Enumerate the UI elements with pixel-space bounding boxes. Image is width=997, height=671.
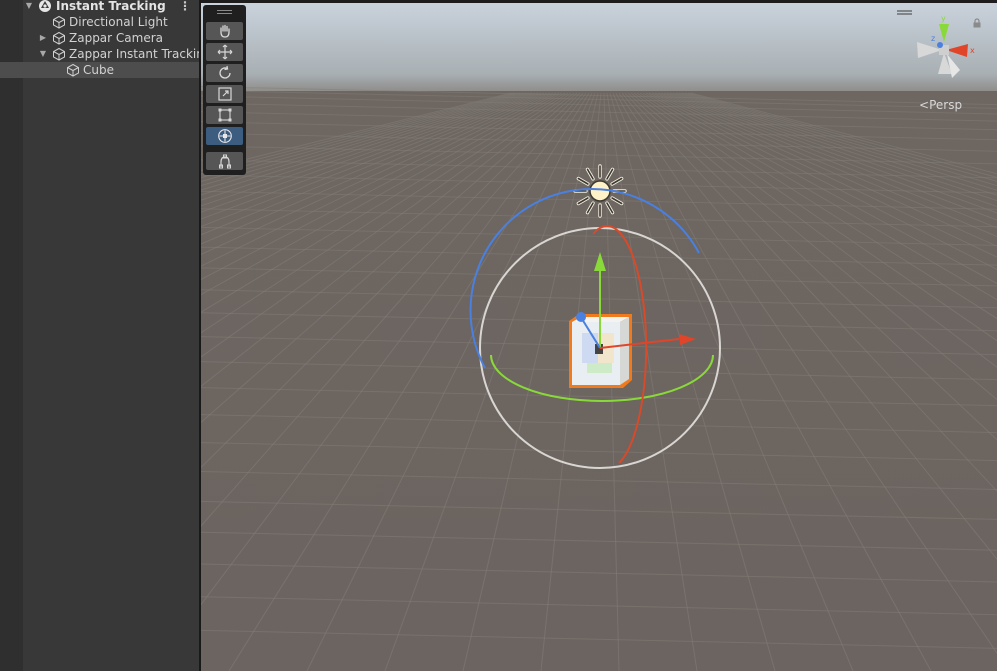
- rect-transform-icon: [218, 108, 231, 122]
- gizmo-x-label: x: [970, 46, 975, 55]
- scene-tools-overlay: [203, 5, 246, 175]
- kebab-menu-icon[interactable]: ⋮: [179, 0, 191, 14]
- plane-handle-y[interactable]: [587, 363, 612, 373]
- hierarchy-item-label: Instant Tracking: [56, 0, 166, 13]
- collapse-arrow-icon[interactable]: ▶: [38, 30, 48, 46]
- orientation-gizmo[interactable]: y x z: [910, 12, 980, 87]
- hierarchy-panel: ▼ Instant Tracking ⋮ Directional Light ▶…: [0, 0, 199, 671]
- hierarchy-item-zappar-instant-tracking[interactable]: ▼ Zappar Instant Tracking: [0, 46, 199, 62]
- gizmo-y-cone[interactable]: [939, 24, 949, 42]
- hierarchy-item-label: Directional Light: [69, 15, 168, 29]
- hand-icon: [219, 24, 230, 38]
- z-handle[interactable]: [576, 312, 586, 322]
- custom-tool-button[interactable]: [206, 152, 243, 170]
- persp-icon: <: [919, 98, 930, 112]
- hierarchy-item-scene[interactable]: ▼ Instant Tracking ⋮: [0, 0, 199, 14]
- drag-handle[interactable]: [217, 10, 232, 11]
- scale-tool-button[interactable]: [206, 85, 243, 103]
- gizmo-x-cone[interactable]: [946, 44, 968, 57]
- gameobject-cube-icon: [66, 63, 80, 77]
- hierarchy-gutter: [0, 0, 23, 671]
- cube-side-face: [620, 317, 629, 385]
- unity-scene-icon: [38, 0, 52, 13]
- rotate-icon: [218, 65, 231, 79]
- projection-label: Persp: [929, 98, 963, 112]
- gizmo-z-cone[interactable]: [937, 42, 943, 48]
- drag-handle-line: [217, 13, 232, 14]
- expand-arrow-icon[interactable]: ▼: [38, 46, 48, 62]
- transform-tool-button[interactable]: [206, 127, 243, 145]
- hierarchy-item-label: Zappar Instant Tracking: [69, 47, 199, 61]
- hand-tool-button[interactable]: [206, 22, 243, 40]
- expand-arrow-icon[interactable]: ▼: [24, 0, 34, 14]
- transform-all-icon: [217, 129, 232, 143]
- rect-tool-button[interactable]: [206, 106, 243, 124]
- gizmo-z-label: z: [931, 34, 935, 43]
- hierarchy-item-label: Zappar Camera: [69, 31, 164, 45]
- projection-toggle[interactable]: <Persp: [919, 98, 962, 112]
- gizmo-y-label: y: [941, 14, 946, 23]
- gameobject-cube-icon: [52, 15, 66, 29]
- move-arrows-icon: [217, 44, 232, 60]
- hierarchy-item-zappar-camera[interactable]: ▶ Zappar Camera: [0, 30, 199, 46]
- custom-editor-tool-icon: [218, 154, 231, 169]
- skybox: [201, 3, 997, 91]
- scale-icon: [217, 87, 232, 101]
- gameobject-cube-icon: [52, 31, 66, 45]
- move-tool-button[interactable]: [206, 43, 243, 61]
- scene-canvas[interactable]: [201, 3, 997, 671]
- gameobject-cube-icon: [52, 47, 66, 61]
- hierarchy-item-label: Cube: [83, 63, 114, 77]
- scene-view[interactable]: [201, 3, 997, 671]
- hierarchy-item-cube[interactable]: Cube: [0, 62, 199, 78]
- hierarchy-item-directional-light[interactable]: Directional Light: [0, 14, 199, 30]
- rotate-tool-button[interactable]: [206, 64, 243, 82]
